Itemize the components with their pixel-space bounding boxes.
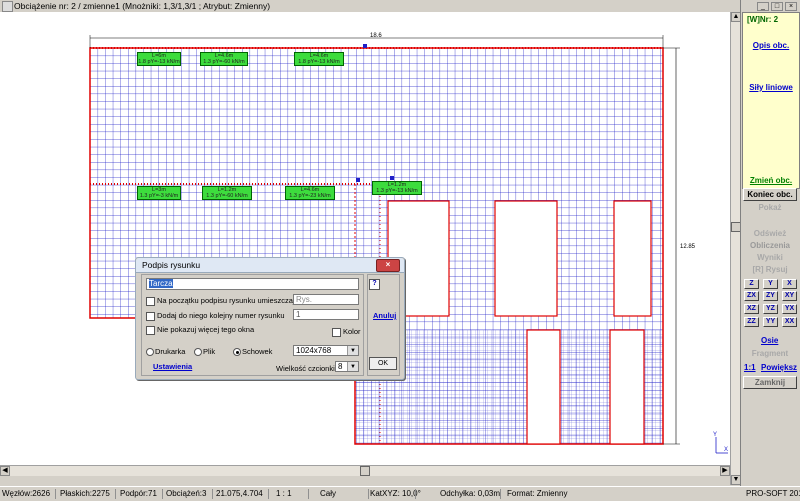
wyniki-button[interactable]: Wyniki bbox=[741, 253, 799, 262]
hide-window-label: Nie pokazuj więcej tego okna bbox=[157, 325, 255, 334]
app-icon bbox=[2, 1, 13, 12]
view-yz-button[interactable]: YZ bbox=[763, 304, 778, 314]
structure-drawing[interactable] bbox=[0, 12, 730, 465]
window-title: Obciążenie nr: 2 / zmienne1 (Mnożniki: 1… bbox=[14, 1, 271, 11]
sily-liniowe-link[interactable]: Siły liniowe bbox=[743, 83, 799, 92]
status-format: Format: Zmienny bbox=[507, 489, 568, 498]
dropdown-arrow-icon: ▼ bbox=[347, 362, 358, 371]
view-y-button[interactable]: Y bbox=[763, 279, 778, 289]
axis-y-label: Y bbox=[713, 432, 718, 438]
file-radio[interactable] bbox=[194, 348, 202, 356]
add-number-label: Dodaj do niego kolejny numer rysunku bbox=[157, 311, 285, 320]
status-katxyz: KatXYZ: 10,0° bbox=[370, 489, 421, 498]
status-nodes: Węzłów:2626 bbox=[2, 489, 51, 498]
load-label[interactable]: L=4.6m 1.8 pY=-13 kN/m bbox=[294, 52, 344, 66]
view-zz-button[interactable]: ZZ bbox=[744, 317, 759, 327]
font-size-label: Wielkość czcionki bbox=[276, 364, 335, 373]
load-label[interactable]: L=1.2m 1.3 pY=-60 kN/m bbox=[202, 186, 252, 200]
view-x-button[interactable]: X bbox=[782, 279, 797, 289]
view-yx-button[interactable]: YX bbox=[782, 304, 797, 314]
cancel-link[interactable]: Anuluj bbox=[373, 311, 396, 320]
odswiez-button[interactable]: Odśwież bbox=[741, 229, 799, 238]
view-xy-button[interactable]: XY bbox=[782, 291, 797, 301]
obliczenia-button[interactable]: Obliczenia bbox=[741, 241, 799, 250]
view-z-button[interactable]: Z bbox=[744, 279, 759, 289]
status-loads: Obciążeń:3 bbox=[166, 489, 207, 498]
dropdown-arrow-icon: ▼ bbox=[347, 346, 358, 355]
status-brand: PRO-SOFT 2017 bbox=[746, 489, 800, 498]
caption-text-input[interactable]: Tarcza bbox=[146, 278, 359, 290]
color-label: Kolor bbox=[343, 327, 361, 336]
maximize-button[interactable]: □ bbox=[771, 2, 783, 11]
fragment-button[interactable]: Fragment bbox=[741, 349, 799, 358]
koniec-obc-button[interactable]: Koniec obc. bbox=[743, 188, 797, 201]
file-label: Plik bbox=[203, 347, 216, 356]
view-zx-button[interactable]: ZX bbox=[744, 291, 759, 301]
caption-dialog: Podpis rysunku × Tarcza ? Na początku po… bbox=[135, 257, 405, 380]
status-odchylka: Odchyłka: 0,03m bbox=[440, 489, 501, 498]
load-label[interactable]: L=4.6m 1.3 pY=-60 kN/m bbox=[200, 52, 248, 66]
view-xx-button[interactable]: XX bbox=[782, 317, 797, 327]
opening-3 bbox=[613, 200, 652, 317]
status-scale: 1 : 1 bbox=[276, 489, 292, 498]
font-size-select[interactable]: 8 ▼ bbox=[335, 361, 359, 372]
printer-radio[interactable] bbox=[146, 348, 154, 356]
settings-link[interactable]: Ustawienia bbox=[153, 362, 192, 371]
load-number: [W]Nr: 2 bbox=[747, 15, 779, 24]
drawing-canvas[interactable]: 18.6 12.85 Y X L=6m 1.8 pY=-13 kN/m L=4.6… bbox=[0, 12, 730, 465]
minimize-button[interactable]: _ bbox=[757, 2, 769, 11]
view-zy-button[interactable]: ZY bbox=[763, 291, 778, 301]
number-input[interactable]: 1 bbox=[293, 309, 359, 320]
help-button[interactable]: ? bbox=[369, 279, 380, 290]
resolution-select[interactable]: 1024x768 ▼ bbox=[293, 345, 359, 356]
scroll-left-arrow-icon[interactable]: ◀ bbox=[0, 466, 10, 476]
horizontal-scroll-thumb[interactable] bbox=[360, 466, 370, 476]
load-label[interactable]: L=1.2m 1.3 pY=-13 kN/m bbox=[372, 181, 422, 195]
opening-2 bbox=[494, 200, 558, 317]
clipboard-radio[interactable] bbox=[233, 348, 241, 356]
add-number-checkbox[interactable] bbox=[146, 312, 155, 321]
opening-5 bbox=[609, 329, 645, 445]
pokaz-button[interactable]: Pokaż bbox=[741, 203, 799, 212]
load-label[interactable]: L=4.6m 1.3 pY=-23 kN/m bbox=[285, 186, 335, 200]
scroll-right-arrow-icon[interactable]: ▶ bbox=[720, 466, 730, 476]
view-yy-button[interactable]: YY bbox=[763, 317, 778, 327]
zamknij-button[interactable]: Zamknij bbox=[743, 376, 797, 389]
view-xz-button[interactable]: XZ bbox=[744, 304, 759, 314]
dim-label-top: 18.6 bbox=[370, 33, 382, 39]
prefix-text-input[interactable]: Rys. bbox=[293, 294, 359, 305]
status-coords: 21.075,4.704 bbox=[216, 489, 263, 498]
status-plates: Płaskich:2275 bbox=[60, 489, 110, 498]
opis-obc-link[interactable]: Opis obc. bbox=[743, 41, 799, 50]
printer-label: Drukarka bbox=[155, 347, 186, 356]
hide-window-checkbox[interactable] bbox=[146, 326, 155, 335]
load-label[interactable]: L=6m 1.8 pY=-13 kN/m bbox=[137, 52, 181, 66]
command-panel: _ □ × [W]Nr: 2 Opis obc. Siły liniowe Zm… bbox=[740, 0, 800, 486]
load-info-box: [W]Nr: 2 Opis obc. Siły liniowe Zmień ob… bbox=[742, 12, 800, 189]
horizontal-scrollbar[interactable]: ◀ ▶ bbox=[0, 465, 730, 476]
dim-label-right: 12.85 bbox=[680, 244, 696, 250]
status-bar: Węzłów:2626 Płaskich:2275 Podpór:71 Obci… bbox=[0, 486, 800, 501]
prefix-text-label: Na początku podpisu rysunku umieszczaj t… bbox=[157, 296, 315, 305]
axis-x-label: X bbox=[724, 447, 729, 453]
zmien-obc-link[interactable]: Zmień obc. bbox=[743, 176, 799, 185]
osie-link[interactable]: Osie bbox=[761, 336, 778, 345]
scale-1-1-link[interactable]: 1:1 bbox=[744, 363, 756, 372]
load-label[interactable]: L=3m 1.3 pY=-3 kN/m bbox=[137, 186, 181, 200]
rysuj-button[interactable]: [R] Rysuj bbox=[741, 265, 799, 274]
powieksz-link[interactable]: Powiększ bbox=[761, 363, 797, 372]
dialog-title: Podpis rysunku bbox=[142, 260, 201, 270]
dialog-close-button[interactable]: × bbox=[376, 259, 400, 272]
close-button[interactable]: × bbox=[785, 2, 797, 11]
opening-4 bbox=[526, 329, 561, 445]
clipboard-label: Schowek bbox=[242, 347, 273, 356]
dialog-titlebar: Podpis rysunku × bbox=[136, 258, 404, 273]
prefix-text-checkbox[interactable] bbox=[146, 297, 155, 306]
status-view: Cały bbox=[320, 489, 337, 498]
color-checkbox[interactable] bbox=[332, 328, 341, 337]
ok-button[interactable]: OK bbox=[369, 357, 397, 370]
status-supports: Podpór:71 bbox=[120, 489, 157, 498]
